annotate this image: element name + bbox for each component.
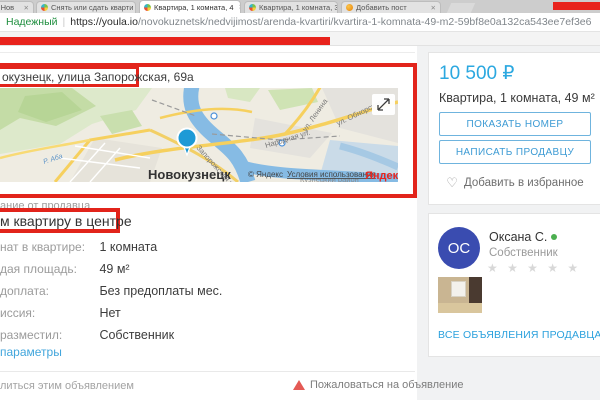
- detail-value: Нет: [99, 306, 120, 320]
- bookmarks-bar: [0, 32, 600, 46]
- listing-subtitle: Квартира, 1 комната, 49 м²: [439, 91, 595, 105]
- seller-role: Собственник: [489, 247, 558, 259]
- tab-partial[interactable]: — Нов ✕: [0, 1, 34, 13]
- transit-icon: [211, 113, 217, 119]
- yandex-map[interactable]: Новокузнецк Запорожская ул. Народная ул.…: [0, 88, 398, 182]
- report-label: Пожаловаться на объявление: [310, 379, 464, 391]
- listing-address: окузнецк, улица Запорожская, 69а: [2, 70, 194, 84]
- listing-price: 10 500 ₽: [439, 62, 514, 85]
- tab-label: Снять или сдать кварти: [51, 3, 133, 12]
- detail-label: нат в квартире:: [0, 240, 95, 254]
- redaction-bar: [0, 37, 330, 45]
- tab-label: Добавить пост: [356, 3, 407, 12]
- redaction-box: [553, 2, 600, 10]
- youla-favicon-icon: [249, 4, 256, 11]
- tab-dobavit-post[interactable]: Добавить пост ✕: [341, 1, 441, 13]
- detail-value: Собственник: [99, 328, 174, 342]
- address-bar[interactable]: Надежный | https://youla.io/novokuznetsk…: [0, 13, 600, 32]
- thumbnail-window-shape: [451, 281, 466, 297]
- detail-row-prepayment: доплата: Без предоплаты мес.: [0, 282, 222, 300]
- tab-kvartira-3[interactable]: Квартира, 1 комната, 3 ✕: [244, 1, 338, 13]
- detail-value: 1 комната: [99, 240, 157, 254]
- map-attribution: © Яндекс: [248, 170, 283, 179]
- detail-value: 49 м²: [99, 262, 129, 276]
- thumbnail-wardrobe-shape: [469, 277, 482, 305]
- tab-label: Квартира, 1 комната, 3: [259, 3, 338, 12]
- detail-label: доплата:: [0, 284, 95, 298]
- report-listing-link[interactable]: Пожаловаться на объявление: [293, 379, 464, 391]
- heart-icon: ♡: [446, 175, 458, 191]
- all-parameters-link[interactable]: параметры: [0, 345, 62, 359]
- detail-label: дая площадь:: [0, 262, 95, 276]
- show-number-button[interactable]: ПОКАЗАТЬ НОМЕР: [439, 112, 591, 136]
- listing-title: м квартиру в центре: [0, 213, 132, 229]
- detail-row-posted-by: разместил: Собственник: [0, 326, 174, 344]
- write-seller-button[interactable]: НАПИСАТЬ ПРОДАВЦУ: [439, 140, 591, 164]
- tab-kvartira-49m2[interactable]: Квартира, 1 комната, 4 ✕: [139, 0, 241, 13]
- browser-window: — Нов ✕ Снять или сдать кварти ✕ Квартир…: [0, 0, 600, 400]
- tab-label: Квартира, 1 комната, 4: [154, 3, 234, 12]
- detail-label: иссия:: [0, 306, 95, 320]
- seller-avatar[interactable]: ОС: [438, 227, 480, 269]
- new-tab-button[interactable]: [447, 3, 475, 13]
- all-seller-ads-link[interactable]: ВСЕ ОБЪЯВЛЕНИЯ ПРОДАВЦА: [438, 329, 600, 341]
- tab-strip: — Нов ✕ Снять или сдать кварти ✕ Квартир…: [0, 0, 600, 13]
- site-favicon-icon: [346, 4, 353, 11]
- share-listing-label: литься этим объявлением: [0, 380, 134, 392]
- tab-close-icon[interactable]: ✕: [237, 3, 241, 11]
- yandex-logo: Яндекс: [365, 170, 398, 182]
- youla-favicon-icon: [144, 4, 151, 11]
- url-path: /novokuznetsk/nedvijimost/arenda-kvartir…: [138, 16, 592, 28]
- detail-row-commission: иссия: Нет: [0, 304, 121, 322]
- map-expand-button[interactable]: [372, 94, 395, 115]
- tab-label: — Нов: [0, 3, 14, 12]
- seller-name: Оксана С.: [489, 230, 547, 244]
- tab-close-icon[interactable]: ✕: [429, 4, 436, 12]
- warning-triangle-icon: [293, 380, 305, 390]
- seller-card: ОС Оксана С. Собственник ★ ★ ★ ★ ★ ВСЕ О…: [428, 213, 600, 357]
- favorites-label: Добавить в избранное: [464, 177, 584, 189]
- footer-divider: [0, 371, 415, 372]
- listing-thumbnail[interactable]: [438, 277, 482, 313]
- rating-stars: ★ ★ ★ ★ ★: [487, 261, 581, 275]
- thumbnail-floor-shape: [438, 303, 482, 313]
- secure-badge[interactable]: Надежный: [6, 16, 58, 28]
- section-divider: [0, 52, 415, 53]
- detail-row-area: дая площадь: 49 м²: [0, 260, 130, 278]
- tab-snyat-kvartiru[interactable]: Снять или сдать кварти ✕: [36, 1, 136, 13]
- detail-label: разместил:: [0, 328, 95, 342]
- add-to-favorites-button[interactable]: ♡ Добавить в избранное: [429, 175, 600, 191]
- map-terms-link[interactable]: Условия использования: [287, 170, 376, 179]
- tab-close-icon[interactable]: ✕: [22, 4, 29, 12]
- url-separator: |: [63, 16, 66, 28]
- url-host: https://youla.io: [70, 16, 138, 28]
- youla-favicon-icon: [41, 4, 48, 11]
- price-card: 10 500 ₽ Квартира, 1 комната, 49 м² ПОКА…: [428, 52, 600, 205]
- detail-row-rooms: нат в квартире: 1 комната: [0, 238, 157, 256]
- detail-value: Без предоплаты мес.: [99, 284, 222, 298]
- seller-description-label: ание от продавца: [0, 200, 90, 212]
- online-status-icon: [551, 234, 557, 240]
- map-canvas: Новокузнецк Запорожская ул. Народная ул.…: [0, 88, 398, 182]
